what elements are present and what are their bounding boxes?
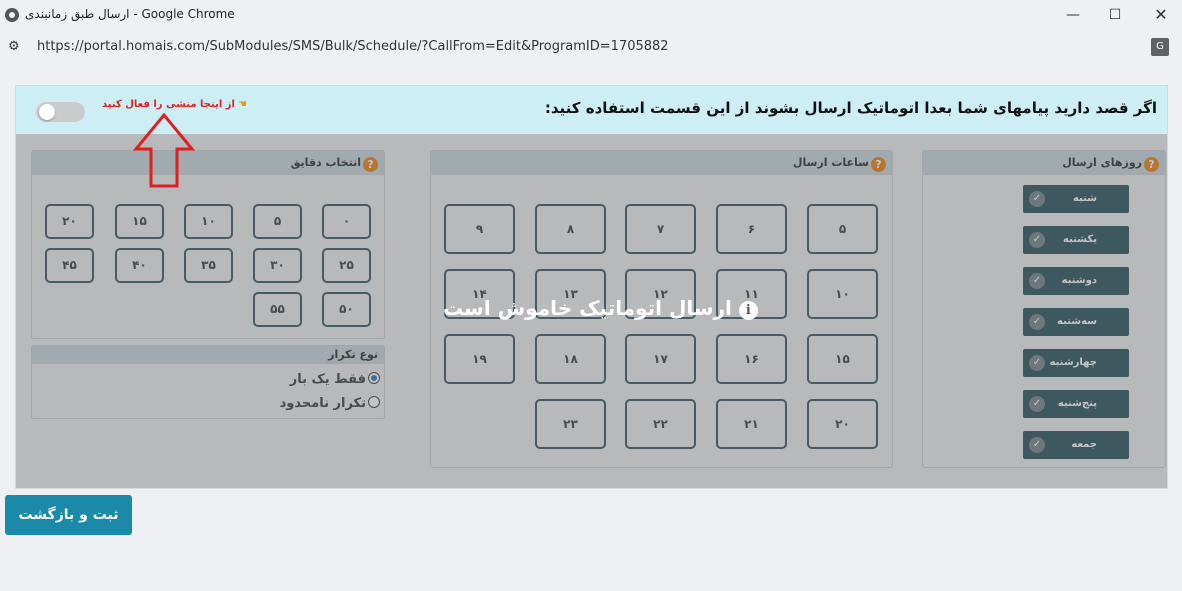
minimize-icon[interactable]: —: [1059, 3, 1087, 27]
hint-text: از اینجا منشی را فعال کنید: [102, 99, 235, 110]
translate-icon[interactable]: G: [1151, 38, 1169, 56]
site-settings-icon[interactable]: ⚙: [8, 39, 24, 55]
toggle-knob: [39, 104, 55, 120]
arrow-up-icon: [133, 113, 195, 188]
pointing-hand-icon: ☚: [237, 99, 247, 110]
window-title: ارسال طبق زمانبندی - Google Chrome: [25, 7, 235, 21]
activation-hint: ☚از اینجا منشی را فعال کنید: [102, 99, 247, 110]
close-icon[interactable]: ✕: [1147, 3, 1175, 27]
address-bar: ⚙ https://portal.homais.com/SubModules/S…: [0, 31, 1182, 62]
window-titlebar: ارسال طبق زمانبندی - Google Chrome — ☐ ✕: [0, 0, 1182, 30]
url-text[interactable]: https://portal.homais.com/SubModules/SMS…: [37, 39, 669, 54]
save-and-return-button[interactable]: ثبت و بازگشت: [5, 495, 132, 535]
auto-send-toggle[interactable]: [36, 102, 85, 122]
overlay-text: ارسال اتوماتیک خاموش است: [443, 296, 732, 320]
info-icon: i: [738, 301, 758, 320]
chrome-icon: [5, 8, 19, 22]
overlay-message: i ارسال اتوماتیک خاموش است: [443, 296, 758, 320]
maximize-icon[interactable]: ☐: [1101, 3, 1129, 27]
info-text: اگر قصد دارید پیامهای شما بعدا اتوماتیک …: [544, 99, 1157, 117]
